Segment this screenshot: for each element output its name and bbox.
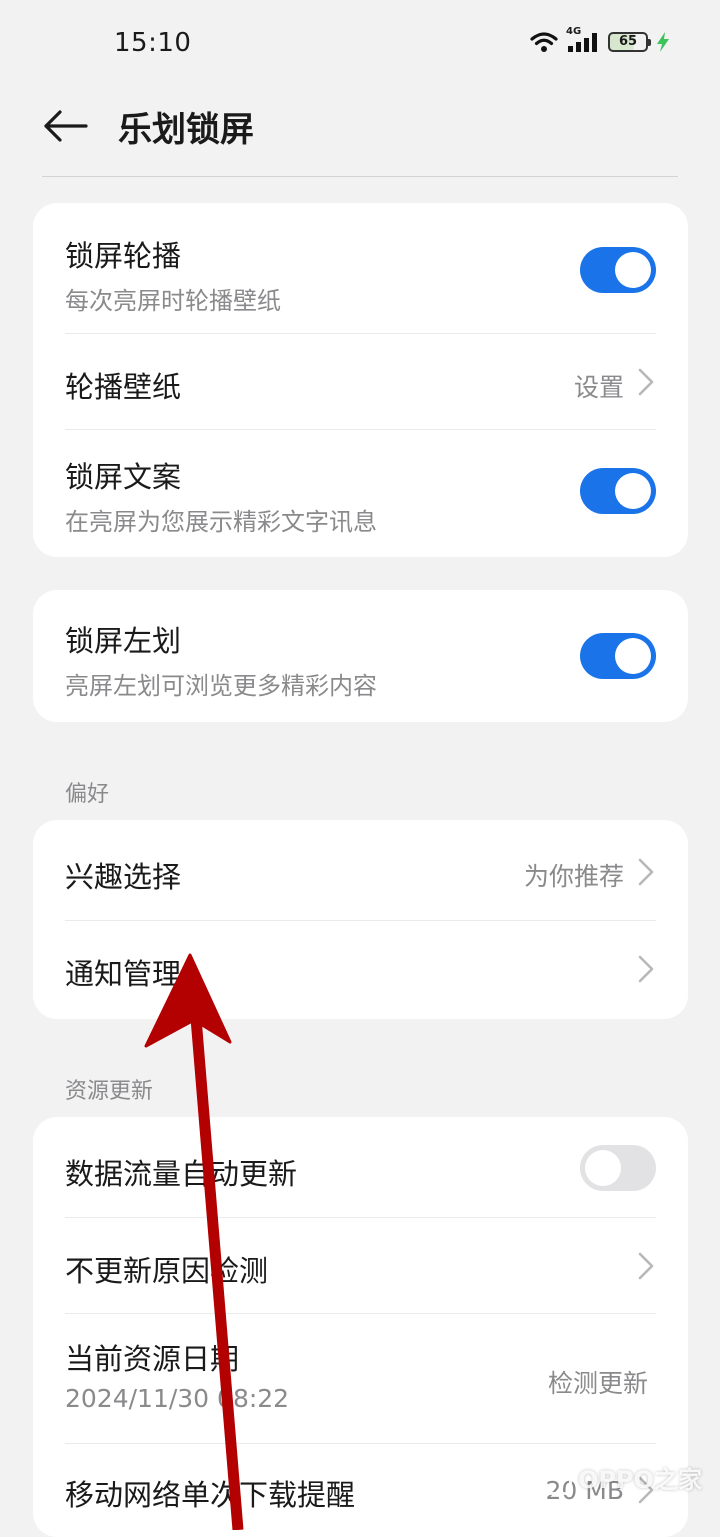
section-label-resources: 资源更新 bbox=[65, 1079, 154, 1104]
chevron-right-icon bbox=[638, 1252, 654, 1280]
watermark: OPPO之家 bbox=[538, 1460, 702, 1495]
lockscreen-copy-toggle[interactable] bbox=[580, 468, 656, 514]
charging-icon bbox=[656, 31, 670, 53]
row-no-update-reason[interactable]: 不更新原因检测 bbox=[65, 1217, 656, 1313]
row-subtitle: 在亮屏为您展示精彩文字讯息 bbox=[65, 508, 377, 536]
data-auto-update-toggle[interactable] bbox=[580, 1145, 656, 1191]
row-interest-selection[interactable]: 兴趣选择 为你推荐 bbox=[65, 820, 656, 920]
back-button[interactable] bbox=[40, 104, 90, 148]
row-title: 锁屏左划 bbox=[65, 624, 182, 658]
row-title: 锁屏轮播 bbox=[65, 239, 182, 273]
row-lockscreen-carousel[interactable]: 锁屏轮播 每次亮屏时轮播壁纸 bbox=[65, 203, 656, 333]
row-value: 设置 bbox=[573, 373, 624, 402]
row-title: 数据流量自动更新 bbox=[65, 1157, 298, 1191]
row-subtitle: 亮屏左划可浏览更多精彩内容 bbox=[65, 672, 377, 700]
row-current-resource-date: 当前资源日期 2024/11/30 08:22 检测更新 bbox=[65, 1313, 656, 1443]
row-swipe-left[interactable]: 锁屏左划 亮屏左划可浏览更多精彩内容 bbox=[65, 590, 656, 722]
status-icons: 4G 65 bbox=[530, 26, 670, 54]
row-title: 兴趣选择 bbox=[65, 860, 182, 894]
header: 乐划锁屏 bbox=[0, 92, 720, 178]
signal-icon: 4G bbox=[566, 26, 600, 54]
row-data-auto-update[interactable]: 数据流量自动更新 bbox=[65, 1117, 656, 1217]
chevron-right-icon bbox=[638, 368, 654, 396]
row-title: 移动网络单次下载提醒 bbox=[65, 1478, 356, 1512]
watermark-text: OPPO之家 bbox=[578, 1466, 702, 1494]
row-notification-management[interactable]: 通知管理 bbox=[65, 920, 656, 1019]
lockscreen-carousel-toggle[interactable] bbox=[580, 247, 656, 293]
battery-icon: 65 bbox=[608, 32, 651, 52]
row-lockscreen-copy[interactable]: 锁屏文案 在亮屏为您展示精彩文字讯息 bbox=[65, 429, 656, 557]
swipe-left-card: 锁屏左划 亮屏左划可浏览更多精彩内容 bbox=[33, 590, 688, 722]
row-title: 通知管理 bbox=[65, 957, 182, 991]
chevron-right-icon bbox=[638, 955, 654, 983]
row-subtitle: 2024/11/30 08:22 bbox=[65, 1384, 290, 1413]
row-carousel-wallpaper[interactable]: 轮播壁纸 设置 bbox=[65, 333, 656, 429]
swipe-left-toggle[interactable] bbox=[580, 633, 656, 679]
wifi-icon bbox=[530, 31, 558, 53]
status-bar: 15:10 4G 65 bbox=[0, 0, 720, 92]
page-title: 乐划锁屏 bbox=[118, 110, 254, 150]
row-title: 不更新原因检测 bbox=[65, 1254, 269, 1288]
row-title: 当前资源日期 bbox=[65, 1342, 240, 1376]
lockscreen-card: 锁屏轮播 每次亮屏时轮播壁纸 轮播壁纸 设置 锁屏文案 在亮屏为您展示精彩文字讯… bbox=[33, 203, 688, 557]
preferences-card: 兴趣选择 为你推荐 通知管理 bbox=[33, 820, 688, 1019]
row-title: 锁屏文案 bbox=[65, 460, 182, 494]
back-arrow-icon bbox=[44, 110, 88, 142]
header-divider bbox=[42, 176, 678, 177]
row-subtitle: 每次亮屏时轮播壁纸 bbox=[65, 287, 281, 315]
watermark-logo-icon bbox=[538, 1460, 573, 1495]
chevron-right-icon bbox=[638, 858, 654, 886]
check-update-button[interactable]: 检测更新 bbox=[548, 1364, 648, 1400]
row-title: 轮播壁纸 bbox=[65, 370, 182, 404]
section-label-preferences: 偏好 bbox=[65, 782, 110, 807]
row-value: 为你推荐 bbox=[523, 862, 624, 891]
status-time: 15:10 bbox=[114, 28, 192, 58]
